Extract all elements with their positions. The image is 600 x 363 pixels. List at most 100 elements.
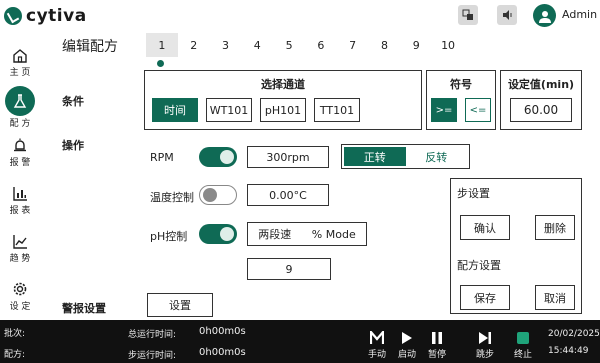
alarm-settings-button[interactable]: 设置 [147,293,213,317]
time-display: 15:44:49 [548,346,589,356]
operation-label: 操作 [62,139,84,152]
sidebar-item-alarm[interactable]: 报 警 [2,132,38,172]
channel-wt101-button[interactable]: WT101 [206,98,252,122]
batch-label: 批次: [4,329,26,339]
step-tab[interactable]: 2 [178,33,210,57]
step-tab[interactable]: 4 [241,33,273,57]
sidebar-item-label: 设 定 [9,302,31,312]
total-time-value: 0h00m0s [199,326,246,337]
step-tab[interactable]: 8 [369,33,401,57]
skip-icon [478,330,492,345]
page-title: 编辑配方 [62,39,118,55]
channel-tt101-button[interactable]: TT101 [314,98,360,122]
rpm-value-field[interactable]: 300rpm [247,146,329,168]
ph-control-label: pH控制 [150,230,188,243]
channel-panel-title: 选择通道 [261,78,305,91]
sign-panel-title: 符号 [450,78,472,91]
step-tab[interactable]: 9 [400,33,432,57]
step-tab[interactable]: 10 [432,33,464,57]
status-bar: 批次: 配方: 总运行时间: 0h00m0s 步运行时间: 0h00m0s 手动… [0,320,600,363]
setpoint-panel-title: 设定值(min) [507,78,575,91]
step-time-label: 步运行时间: [128,351,177,361]
play-icon [401,330,413,345]
save-button[interactable]: 保存 [460,285,510,310]
start-label: 启动 [397,350,416,360]
sidebar-item-label: 报 表 [9,206,31,216]
start-button[interactable]: 启动 [392,330,422,360]
ph-mode-left: 两段速 [258,228,292,241]
step-tab[interactable]: 3 [210,33,242,57]
delete-button[interactable]: 删除 [535,215,575,240]
sidebar-item-recipe[interactable]: 配 方 [2,84,38,130]
brand-name: cytiva [26,6,87,26]
alarm-icon [10,136,30,154]
sidebar-item-label: 配 方 [9,118,31,129]
user-avatar-icon[interactable] [533,4,556,27]
trend-icon [10,232,30,250]
step-tab[interactable]: 5 [273,33,305,57]
manual-icon [370,330,384,345]
sign-gte-button[interactable]: >= [431,98,457,122]
date-display: 20/02/2025 [548,329,600,339]
logo-mark-icon [4,7,22,25]
step-tab[interactable]: 1 [146,33,178,57]
sidebar-item-label: 主 页 [9,68,31,78]
temperature-toggle[interactable] [199,185,237,205]
brand-logo: cytiva [4,5,87,27]
temperature-value-field[interactable]: 0.00°C [247,184,329,206]
sidebar-item-report[interactable]: 报 表 [2,180,38,220]
home-icon [10,46,30,64]
top-bar: cytiva Admin [0,0,600,32]
skip-step-label: 跳步 [475,350,494,360]
toggle-knob [220,150,234,164]
ph-mode-right: % Mode [311,227,356,241]
step-time-value: 0h00m0s [199,347,246,358]
forward-direction-option[interactable]: 正转 [344,147,406,166]
sidebar-item-home[interactable]: 主 页 [2,42,38,82]
stop-label: 终止 [513,350,532,360]
flask-icon [5,85,35,116]
rpm-toggle[interactable] [199,147,237,167]
sign-lte-button[interactable]: <= [465,98,491,122]
step-settings-title: 步设置 [457,187,490,200]
stop-icon [517,330,529,345]
sidebar-item-label: 报 警 [9,158,31,168]
manual-button[interactable]: 手动 [362,330,392,360]
sidebar-item-label: 趋 势 [9,254,31,264]
cancel-button[interactable]: 取消 [535,285,575,310]
pause-label: 暂停 [427,350,446,360]
active-step-indicator [157,60,164,67]
recipe-settings-title: 配方设置 [457,259,501,272]
channel-ph101-button[interactable]: pH101 [260,98,306,122]
total-time-label: 总运行时间: [128,330,177,340]
manual-label: 手动 [367,350,386,360]
user-name[interactable]: Admin [562,8,597,21]
rpm-label: RPM [150,151,174,164]
sidebar-item-settings[interactable]: 设 定 [2,276,38,316]
rpm-direction-segmented: 正转 反转 [341,144,470,169]
channel-time-button[interactable]: 时间 [152,98,198,122]
recipe-label: 配方: [4,350,26,360]
ph-mode-field[interactable]: 两段速 % Mode [247,222,367,246]
ph-value-field[interactable]: 9 [247,258,331,280]
report-icon [10,184,30,202]
skip-step-button[interactable]: 跳步 [470,330,500,360]
confirm-button[interactable]: 确认 [460,215,510,240]
stop-button[interactable]: 终止 [508,330,538,360]
condition-label: 条件 [62,95,84,108]
settings-icon [10,280,30,298]
pause-button[interactable]: 暂停 [422,330,452,360]
reverse-direction-option[interactable]: 反转 [406,147,468,166]
setpoint-input[interactable]: 60.00 [510,98,572,122]
alarm-settings-label: 警报设置 [62,302,106,315]
volume-icon[interactable] [497,5,517,25]
sidebar-item-trend[interactable]: 趋 势 [2,228,38,268]
step-tabs: 1 2 3 4 5 6 7 8 9 10 [146,33,464,57]
pause-icon [431,330,443,345]
toggle-knob [220,227,234,241]
sidebar: 主 页 配 方 报 警 报 表 趋 势 设 定 [0,32,40,320]
step-tab[interactable]: 6 [305,33,337,57]
ph-toggle[interactable] [199,224,237,244]
language-icon[interactable] [458,5,478,25]
step-tab[interactable]: 7 [337,33,369,57]
